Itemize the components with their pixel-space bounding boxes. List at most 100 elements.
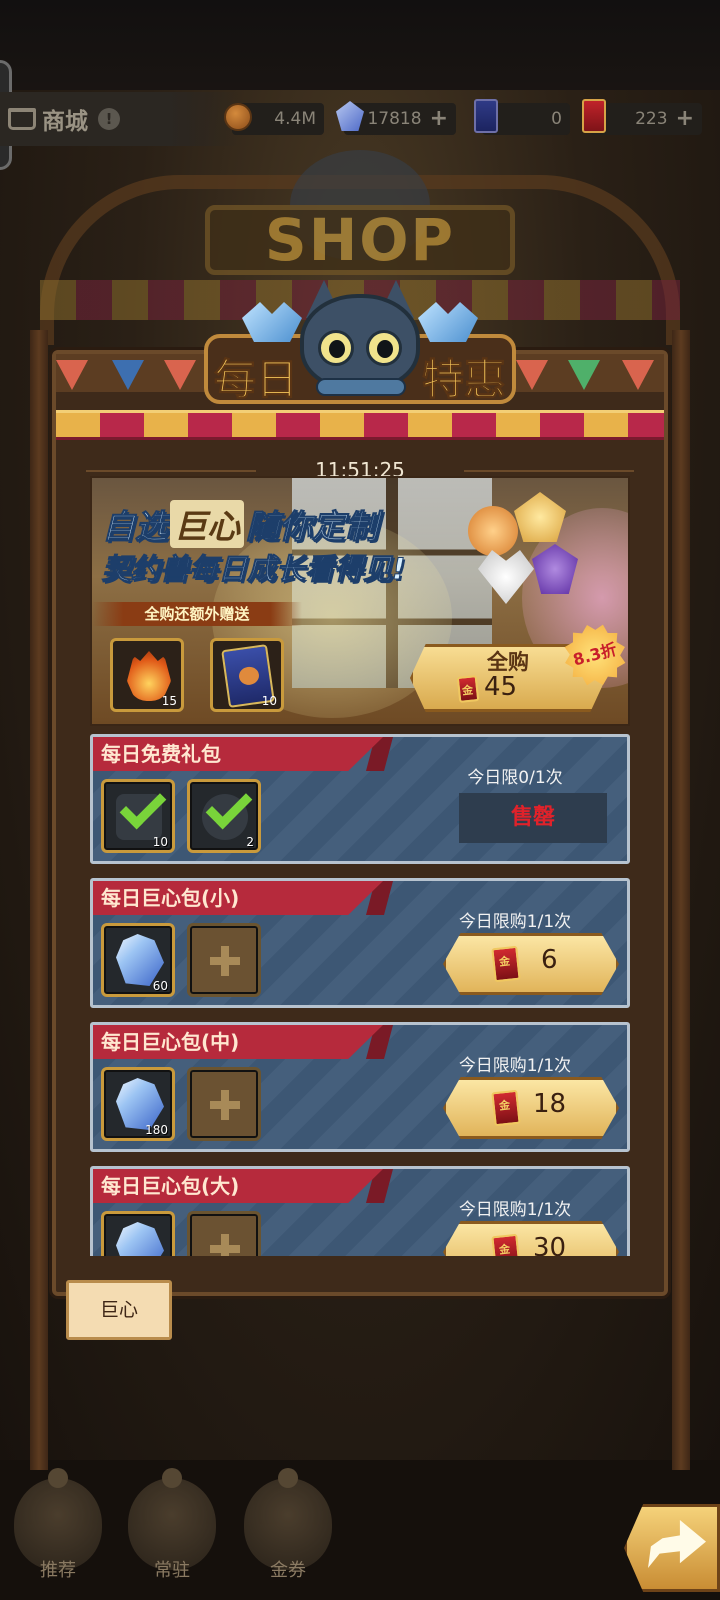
resource-crystal: 17818 + <box>336 101 456 135</box>
nav-recommend-label: 推荐 <box>40 1560 76 1581</box>
striped-awning <box>56 410 664 440</box>
cart-icon <box>8 108 36 130</box>
crystal-icon <box>336 101 364 131</box>
pack-title: 每日巨心包(小) <box>93 881 383 915</box>
buy-price: 30 <box>533 1233 567 1256</box>
deals-list[interactable]: 自选巨心随你定制 契约兽每日成长看得见! 全购还额外赠送 15 10 全购 45 <box>90 476 630 1256</box>
add-crystal-button[interactable]: + <box>430 108 448 130</box>
right-post <box>672 330 690 1470</box>
item-count: 60 <box>152 979 168 993</box>
nav-permanent-label: 常驻 <box>154 1560 190 1581</box>
daily-deals-panel: 每日 特惠 11:51:25 自选 巨心 随你定制 契约兽每日成长看得见! 全购… <box>52 280 668 1296</box>
pack-item-slot[interactable]: 60 <box>101 923 175 997</box>
buy-button[interactable] <box>443 933 619 995</box>
flag-icon <box>568 360 600 390</box>
pack-limit: 今日限购1/1次 <box>458 1056 572 1076</box>
add-item-slot[interactable] <box>187 1211 261 1256</box>
shop-sign-text: SHOP <box>205 205 515 275</box>
bottom-background <box>0 1460 720 1600</box>
banner-headline-highlight: 巨心 <box>170 500 244 548</box>
crystal-category-tab[interactable]: 巨心 <box>66 1280 172 1340</box>
top-bar: 商城 ! 4.4M 17818 + 0 223 + <box>0 92 720 146</box>
purple-gem-icon <box>532 544 578 594</box>
pack-item-slot[interactable]: 10 <box>101 779 175 853</box>
large-crystal-pack: 每日巨心包(大) 今日限购1/1次 300 30 <box>90 1166 630 1256</box>
bonus-item-count: 10 <box>261 694 277 708</box>
resource-coin: 4.4M <box>224 103 324 135</box>
banner-subheadline: 契约兽每日成长看得见! <box>101 552 406 587</box>
top-background <box>0 0 720 100</box>
pack-limit: 今日限购1/1次 <box>458 912 572 932</box>
buy-all-price: 45 <box>484 672 518 702</box>
item-count: 180 <box>145 1123 168 1137</box>
red-ticket-icon <box>456 675 480 703</box>
red-ticket-icon <box>491 945 521 983</box>
panel-header: 每日 特惠 <box>56 280 664 446</box>
flag-icon <box>56 360 88 390</box>
bag-knot-icon <box>48 1468 68 1488</box>
pack-title: 每日免费礼包 <box>93 737 383 771</box>
pack-title: 每日巨心包(大) <box>93 1169 383 1203</box>
sold-out-label: 售罄 <box>459 793 607 843</box>
pack-limit: 今日限0/1次 <box>467 768 563 788</box>
red-ticket-icon <box>491 1089 521 1127</box>
pack-item-slot[interactable]: 180 <box>101 1067 175 1141</box>
add-item-slot[interactable] <box>187 923 261 997</box>
buy-button[interactable] <box>443 1221 619 1256</box>
crystal-icon <box>116 1222 164 1256</box>
plus-icon <box>210 1234 240 1256</box>
small-crystal-pack: 每日巨心包(小) 今日限购1/1次 60 6 <box>90 878 630 1008</box>
orange-gem-icon <box>468 506 518 556</box>
card-value: 0 <box>551 109 562 129</box>
coin-icon <box>224 103 252 131</box>
red-ticket-icon <box>582 99 606 133</box>
bonus-item-count: 15 <box>161 694 177 708</box>
banner-headline-pre: 自选 <box>102 507 169 547</box>
left-post <box>30 330 48 1470</box>
resource-red-ticket: 223 + <box>582 99 702 135</box>
add-red-ticket-button[interactable]: + <box>676 108 694 130</box>
banner-headline: 自选 巨心 随你定制 <box>102 500 379 548</box>
promo-banner[interactable]: 自选巨心随你定制 契约兽每日成长看得见! 全购还额外赠送 15 10 全购 45 <box>90 476 630 726</box>
cat-collar <box>316 378 406 396</box>
bag-knot-icon <box>162 1468 182 1488</box>
pack-item-slot[interactable]: 2 <box>187 779 261 853</box>
info-icon[interactable]: ! <box>98 108 120 130</box>
crystal-value: 17818 <box>367 109 422 129</box>
flag-icon <box>516 360 548 390</box>
card-icon <box>474 99 498 133</box>
add-item-slot[interactable] <box>187 1067 261 1141</box>
bonus-item-fire[interactable]: 15 <box>110 638 184 712</box>
bag-knot-icon <box>278 1468 298 1488</box>
banner-gems-icon <box>468 492 598 612</box>
badge-text-left: 每日 <box>213 355 299 405</box>
plus-icon <box>210 1090 240 1120</box>
item-count: 2 <box>246 835 254 849</box>
banner-headline-post: 随你定制 <box>246 507 379 547</box>
cat-mascot-icon <box>242 274 478 404</box>
shop-tab: 商城 ! <box>0 92 240 146</box>
flag-icon <box>164 360 196 390</box>
plus-icon <box>210 946 240 976</box>
pack-title: 每日巨心包(中) <box>93 1025 383 1059</box>
gold-gem-icon <box>514 492 566 542</box>
white-heart-gem-icon <box>478 550 534 604</box>
timer-divider <box>464 470 634 472</box>
cat-eye <box>366 330 402 366</box>
pack-limit: 今日限购1/1次 <box>458 1200 572 1220</box>
buy-button[interactable] <box>443 1077 619 1139</box>
buy-price: 18 <box>533 1089 567 1119</box>
red-ticket-icon <box>491 1233 521 1256</box>
nav-gold-coupon-label: 金券 <box>270 1560 306 1581</box>
coin-value: 4.4M <box>274 109 316 129</box>
bonus-ribbon: 全购还额外赠送 <box>92 602 302 626</box>
flag-icon <box>112 360 144 390</box>
shop-title: 商城 <box>42 109 88 135</box>
free-gift-pack: 每日免费礼包 今日限0/1次 10 2 售罄 <box>90 734 630 864</box>
resource-card: 0 <box>474 99 570 135</box>
medium-crystal-pack: 每日巨心包(中) 今日限购1/1次 180 18 <box>90 1022 630 1152</box>
pack-item-slot[interactable]: 300 <box>101 1211 175 1256</box>
cat-eye <box>318 330 354 366</box>
buy-price: 6 <box>541 945 558 975</box>
bonus-item-paw-card[interactable]: 10 <box>210 638 284 712</box>
